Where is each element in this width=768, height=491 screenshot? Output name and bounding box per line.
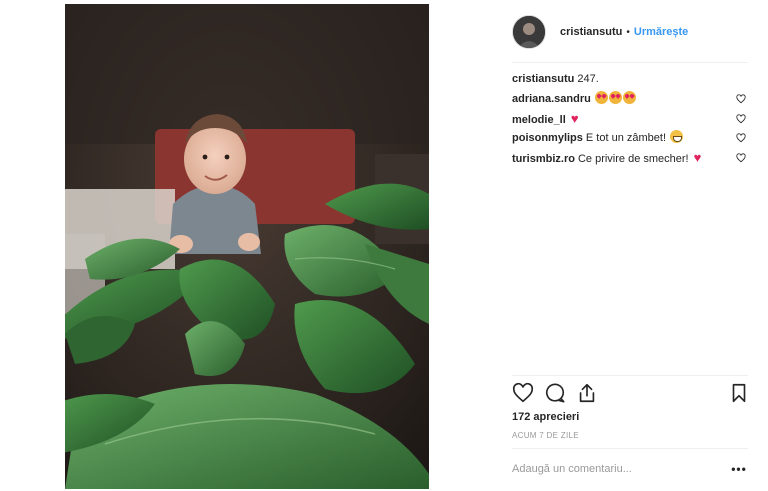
bookmark-icon [732, 383, 746, 403]
comment-username[interactable]: cristiansutu [512, 73, 574, 85]
actions-divider [512, 375, 748, 376]
post-photo[interactable] [65, 4, 429, 489]
share-upload-icon [579, 383, 595, 403]
author-username[interactable]: cristiansutu [560, 26, 622, 38]
save-button[interactable] [728, 382, 752, 406]
comment-username[interactable]: poisonmylips [512, 132, 583, 144]
comment-like-icon[interactable] [734, 90, 748, 110]
post-timestamp[interactable]: ACUM 7 DE ZILE [512, 431, 579, 440]
red-heart-emoji-icon: ♥ [570, 111, 579, 126]
comment-username[interactable]: adriana.sandru [512, 93, 591, 105]
heart-eyes-emoji-icon [594, 90, 608, 104]
likes-count[interactable]: 172 aprecieri [512, 411, 579, 423]
caption: cristiansutu 247. [512, 70, 748, 90]
comment-divider [512, 448, 748, 449]
comments-list: cristiansutu 247. adriana.sandru melodie_… [512, 70, 748, 168]
heart-eyes-emoji-icon [608, 90, 622, 104]
comment-item: turismbiz.ro Ce privire de smecher! ♥ [512, 148, 748, 168]
comment-like-icon[interactable] [734, 109, 748, 129]
follow-button[interactable]: Urmărește [634, 26, 688, 38]
comment-item: melodie_ll ♥ [512, 109, 748, 129]
red-heart-emoji-icon: ♥ [693, 150, 702, 165]
post-header: cristiansutu • Urmărește [512, 14, 748, 50]
like-button[interactable] [512, 382, 536, 406]
header-divider [512, 62, 748, 63]
heart-eyes-emoji-icon [622, 90, 636, 104]
heart-outline-icon [512, 382, 534, 403]
comment-item: adriana.sandru [512, 90, 748, 110]
post-image [65, 4, 429, 489]
comment-text: 247. [577, 73, 599, 85]
comment-text: Ce privire de smecher! [577, 153, 689, 165]
share-button[interactable] [576, 382, 600, 406]
post-panel: cristiansutu • Urmărește cristiansutu 247… [500, 0, 750, 491]
comment-text: E tot un zâmbet! [585, 131, 667, 144]
speech-bubble-icon [545, 383, 565, 403]
action-bar [512, 382, 748, 406]
more-options-button[interactable]: ••• [730, 458, 748, 480]
comment-like-icon[interactable] [734, 129, 748, 149]
header-separator: • [626, 26, 630, 38]
comment-username[interactable]: melodie_ll [512, 114, 566, 126]
author-avatar[interactable] [512, 15, 546, 49]
comment-item: poisonmylips E tot un zâmbet! [512, 129, 748, 149]
comment-button[interactable] [544, 382, 568, 406]
grin-emoji-icon [670, 129, 684, 143]
comment-like-icon[interactable] [734, 148, 748, 168]
comment-username[interactable]: turismbiz.ro [512, 153, 575, 165]
comment-input[interactable] [512, 458, 712, 480]
